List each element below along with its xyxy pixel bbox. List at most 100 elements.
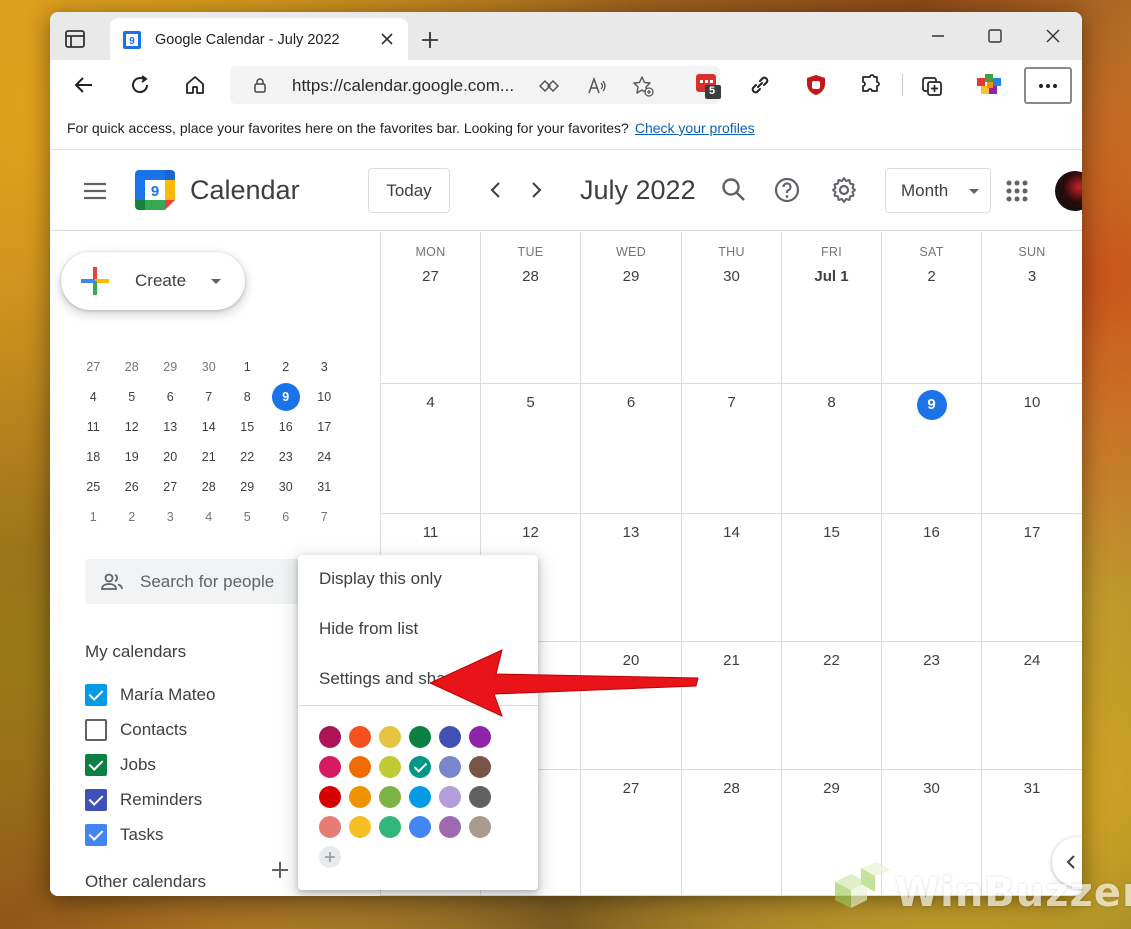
color-swatch[interactable] <box>349 756 371 778</box>
mini-calendar-day[interactable]: 30 <box>267 472 306 502</box>
next-month-icon[interactable] <box>525 179 547 201</box>
mini-calendar-day[interactable]: 20 <box>151 442 190 472</box>
color-swatch[interactable] <box>469 726 491 748</box>
day-number[interactable]: 24 <box>982 652 1082 669</box>
app-name[interactable]: Calendar <box>190 175 300 206</box>
color-swatch[interactable] <box>379 726 401 748</box>
mini-calendar-day[interactable]: 18 <box>74 442 113 472</box>
link-icon[interactable] <box>748 73 772 97</box>
close-tab-icon[interactable] <box>378 30 396 48</box>
settings-and-more-button[interactable] <box>1024 67 1072 104</box>
maximize-icon[interactable] <box>985 26 1005 46</box>
mini-calendar-day[interactable]: 24 <box>305 442 344 472</box>
mini-calendar-day[interactable]: 6 <box>267 502 306 532</box>
account-avatar[interactable] <box>1055 171 1082 211</box>
lock-icon[interactable] <box>252 77 268 93</box>
tab-actions-icon[interactable] <box>64 28 86 50</box>
day-number[interactable]: 4 <box>381 394 480 411</box>
color-swatch[interactable] <box>439 726 461 748</box>
color-swatch[interactable] <box>409 726 431 748</box>
create-button[interactable]: Create <box>61 252 245 310</box>
color-swatch[interactable] <box>349 726 371 748</box>
address-bar[interactable]: https://calendar.google.com... <box>230 66 720 104</box>
url-text[interactable]: https://calendar.google.com... <box>292 76 514 96</box>
day-number[interactable]: 7 <box>682 394 781 411</box>
add-custom-color-button[interactable] <box>319 846 341 868</box>
day-number[interactable]: 6 <box>581 394 681 411</box>
mini-calendar-day[interactable]: 5 <box>228 502 267 532</box>
mini-calendar-day[interactable]: 30 <box>190 352 229 382</box>
day-number[interactable]: 23 <box>882 652 981 669</box>
view-switcher[interactable]: Month <box>885 168 991 213</box>
mini-calendar-day[interactable]: 16 <box>267 412 306 442</box>
google-apps-icon[interactable] <box>1005 179 1029 203</box>
mini-calendar-day[interactable]: 28 <box>113 352 152 382</box>
mini-calendar-day[interactable]: 23 <box>267 442 306 472</box>
mini-calendar-day[interactable]: 12 <box>113 412 152 442</box>
add-favorite-icon[interactable] <box>632 75 654 97</box>
mini-calendar-day[interactable]: 3 <box>305 352 344 382</box>
day-number[interactable]: 14 <box>682 524 781 541</box>
day-number[interactable]: Jul 1 <box>782 268 881 285</box>
extension-badge-icon[interactable]: 5 <box>694 72 722 100</box>
day-cell[interactable]: 17 <box>982 514 1082 642</box>
day-number[interactable]: 29 <box>782 780 881 797</box>
day-cell[interactable]: THU 30 <box>682 232 782 384</box>
day-cell[interactable]: 22 <box>782 642 882 770</box>
day-cell[interactable]: 27 <box>581 770 682 896</box>
day-number[interactable]: 16 <box>882 524 981 541</box>
mini-calendar-day[interactable]: 25 <box>74 472 113 502</box>
day-number[interactable]: 27 <box>581 780 681 797</box>
collections-icon[interactable] <box>920 73 944 97</box>
day-cell[interactable]: 9 <box>882 384 982 514</box>
mini-calendar-day[interactable]: 10 <box>305 382 344 412</box>
ublock-icon[interactable] <box>804 73 828 97</box>
day-cell[interactable]: FRI Jul 1 <box>782 232 882 384</box>
mini-calendar-day[interactable]: 2 <box>113 502 152 532</box>
home-icon[interactable] <box>183 73 207 97</box>
mini-calendar-day[interactable]: 31 <box>305 472 344 502</box>
mini-calendar-day[interactable]: 27 <box>151 472 190 502</box>
today-button[interactable]: Today <box>368 168 450 213</box>
extensions-icon[interactable] <box>859 73 883 97</box>
mini-calendar-day[interactable]: 29 <box>228 472 267 502</box>
cube-extension-icon[interactable] <box>974 70 1006 100</box>
calendar-logo-icon[interactable]: 9 <box>135 170 175 210</box>
color-swatch[interactable] <box>439 786 461 808</box>
mini-calendar-day[interactable]: 7 <box>305 502 344 532</box>
color-swatch[interactable] <box>469 756 491 778</box>
day-cell[interactable]: 24 <box>982 642 1082 770</box>
day-cell[interactable]: 28 <box>682 770 782 896</box>
day-number[interactable]: 22 <box>782 652 881 669</box>
mini-calendar-day[interactable]: 21 <box>190 442 229 472</box>
color-swatch[interactable] <box>349 816 371 838</box>
color-swatch[interactable] <box>439 816 461 838</box>
day-cell[interactable]: MON 27 <box>381 232 481 384</box>
color-swatch[interactable] <box>469 786 491 808</box>
mini-calendar-day[interactable]: 3 <box>151 502 190 532</box>
day-cell[interactable]: 4 <box>381 384 481 514</box>
color-swatch[interactable] <box>319 756 341 778</box>
color-swatch[interactable] <box>379 756 401 778</box>
color-swatch[interactable] <box>409 756 431 778</box>
mini-calendar-day[interactable]: 14 <box>190 412 229 442</box>
other-calendars-title[interactable]: Other calendars <box>85 872 206 892</box>
calendar-checkbox[interactable] <box>85 684 107 706</box>
day-cell[interactable]: WED 29 <box>581 232 682 384</box>
color-swatch[interactable] <box>319 816 341 838</box>
mini-calendar-day[interactable]: 11 <box>74 412 113 442</box>
day-number[interactable]: 30 <box>882 780 981 797</box>
day-number[interactable]: 17 <box>982 524 1082 541</box>
day-cell[interactable]: 15 <box>782 514 882 642</box>
day-number[interactable]: 28 <box>682 780 781 797</box>
day-cell[interactable]: 5 <box>481 384 581 514</box>
mini-calendar-day[interactable]: 5 <box>113 382 152 412</box>
menu-item-display-this-only[interactable]: Display this only <box>298 555 538 605</box>
calendar-checkbox[interactable] <box>85 824 107 846</box>
day-number[interactable]: 2 <box>882 268 981 285</box>
new-tab-icon[interactable] <box>420 30 440 50</box>
day-cell[interactable]: TUE 28 <box>481 232 581 384</box>
add-other-calendars-icon[interactable] <box>270 860 290 880</box>
mini-calendar-day[interactable]: 4 <box>74 382 113 412</box>
day-number[interactable]: 8 <box>782 394 881 411</box>
